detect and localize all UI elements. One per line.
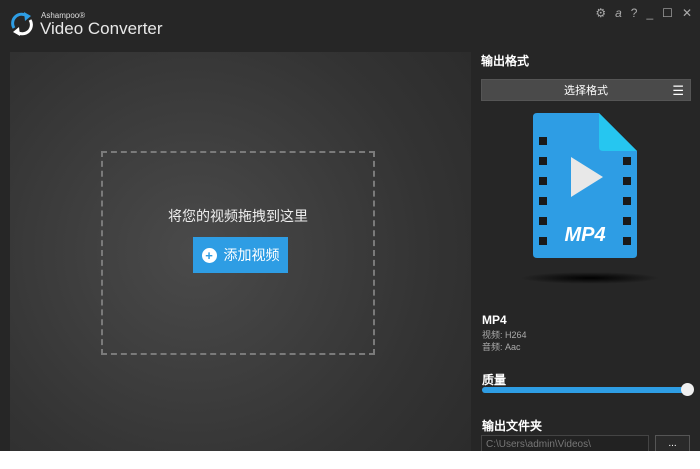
minimize-icon[interactable]: _	[646, 6, 653, 20]
maximize-icon[interactable]: ☐	[662, 6, 673, 20]
icon-shadow	[520, 272, 660, 284]
output-folder-heading: 输出文件夹	[482, 419, 543, 433]
help-icon[interactable]: ?	[631, 6, 638, 20]
quality-slider-fill	[482, 387, 688, 393]
ashampoo-icon[interactable]: a	[615, 6, 622, 20]
refresh-logo-icon	[11, 12, 33, 36]
select-format-label: 选择格式	[564, 85, 608, 97]
drop-hint: 将您的视频拖拽到这里	[168, 208, 308, 224]
quality-slider-knob[interactable]	[681, 383, 694, 396]
drop-target[interactable]: 将您的视频拖拽到这里 + 添加视频	[101, 151, 375, 355]
output-format-heading: 输出格式	[481, 54, 530, 68]
app-title: Video Converter	[40, 19, 163, 38]
add-video-button[interactable]: + 添加视频	[193, 237, 288, 273]
audio-codec: 音频: Aac	[482, 342, 521, 352]
plus-icon: +	[201, 247, 217, 263]
mp4-file-icon: MP4	[533, 113, 637, 258]
drop-zone[interactable]: 将您的视频拖拽到这里 + 添加视频	[10, 52, 471, 451]
select-format-button[interactable]: 选择格式 ☰	[481, 79, 691, 101]
format-name: MP4	[482, 313, 507, 327]
close-icon[interactable]: ✕	[682, 6, 692, 20]
quality-slider[interactable]	[482, 383, 694, 396]
menu-icon: ☰	[672, 83, 684, 98]
gear-icon[interactable]: ⚙	[595, 6, 606, 20]
app-window: Ashampoo® Video Converter ⚙ a ? _ ☐ ✕ 将您…	[0, 0, 700, 451]
browse-button[interactable]: ...	[655, 435, 690, 451]
quality-heading: 质量	[482, 373, 507, 387]
output-folder-input[interactable]: C:\Users\admin\Videos\	[481, 435, 649, 451]
format-icon-label: MP4	[564, 224, 605, 246]
add-video-label: 添加视频	[223, 247, 280, 263]
blank-area	[0, 451, 700, 469]
